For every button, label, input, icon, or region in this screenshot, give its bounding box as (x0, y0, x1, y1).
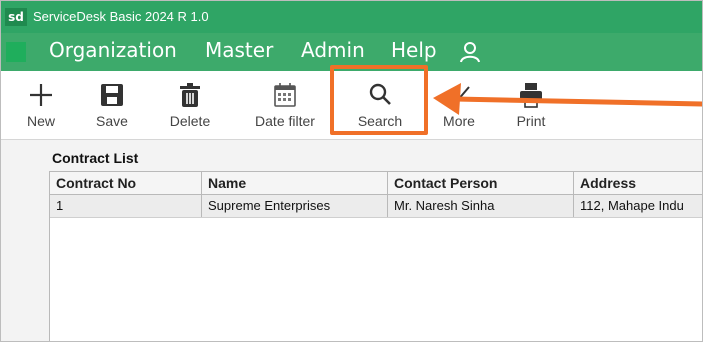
table-row[interactable]: 1 Supreme Enterprises Mr. Naresh Sinha 1… (50, 195, 702, 218)
menu-help[interactable]: Help (391, 38, 437, 62)
calendar-icon (274, 83, 296, 107)
window-title: ServiceDesk Basic 2024 R 1.0 (33, 9, 209, 24)
content-area: Contract List Contract No Name Contact P… (1, 140, 702, 341)
cell-name: Supreme Enterprises (202, 195, 388, 217)
app-window: sd ServiceDesk Basic 2024 R 1.0 Organiza… (0, 0, 703, 342)
trash-icon (180, 83, 200, 107)
user-icon[interactable] (459, 41, 481, 63)
plus-icon (30, 84, 52, 106)
grid-header: Contract No Name Contact Person Address (50, 172, 702, 195)
column-header-name[interactable]: Name (202, 172, 388, 194)
callout-arrow-icon (433, 83, 702, 115)
search-highlight-box (330, 65, 428, 135)
delete-label: Delete (169, 113, 211, 129)
menu-master[interactable]: Master (205, 38, 273, 62)
column-header-contract-no[interactable]: Contract No (50, 172, 202, 194)
save-label: Save (96, 113, 128, 129)
title-bar: sd ServiceDesk Basic 2024 R 1.0 (1, 1, 702, 33)
column-header-address[interactable]: Address (574, 172, 702, 194)
date-filter-button[interactable]: Date filter (245, 71, 325, 139)
save-button[interactable]: Save (89, 71, 135, 139)
new-label: New (26, 113, 55, 129)
cell-contract-no: 1 (50, 195, 202, 217)
new-button[interactable]: New (19, 71, 63, 139)
column-header-contact-person[interactable]: Contact Person (388, 172, 574, 194)
cell-contact-person: Mr. Naresh Sinha (388, 195, 574, 217)
save-icon (101, 84, 123, 106)
menu-admin[interactable]: Admin (301, 38, 365, 62)
delete-button[interactable]: Delete (161, 71, 219, 139)
app-menu-square[interactable] (6, 42, 26, 62)
contract-grid[interactable]: Contract No Name Contact Person Address … (49, 171, 702, 341)
menu-organization[interactable]: Organization (49, 38, 177, 62)
app-logo: sd (5, 8, 27, 26)
date-filter-label: Date filter (255, 113, 315, 129)
cell-address: 112, Mahape Indu (580, 198, 684, 213)
contract-list-title: Contract List (52, 150, 139, 166)
